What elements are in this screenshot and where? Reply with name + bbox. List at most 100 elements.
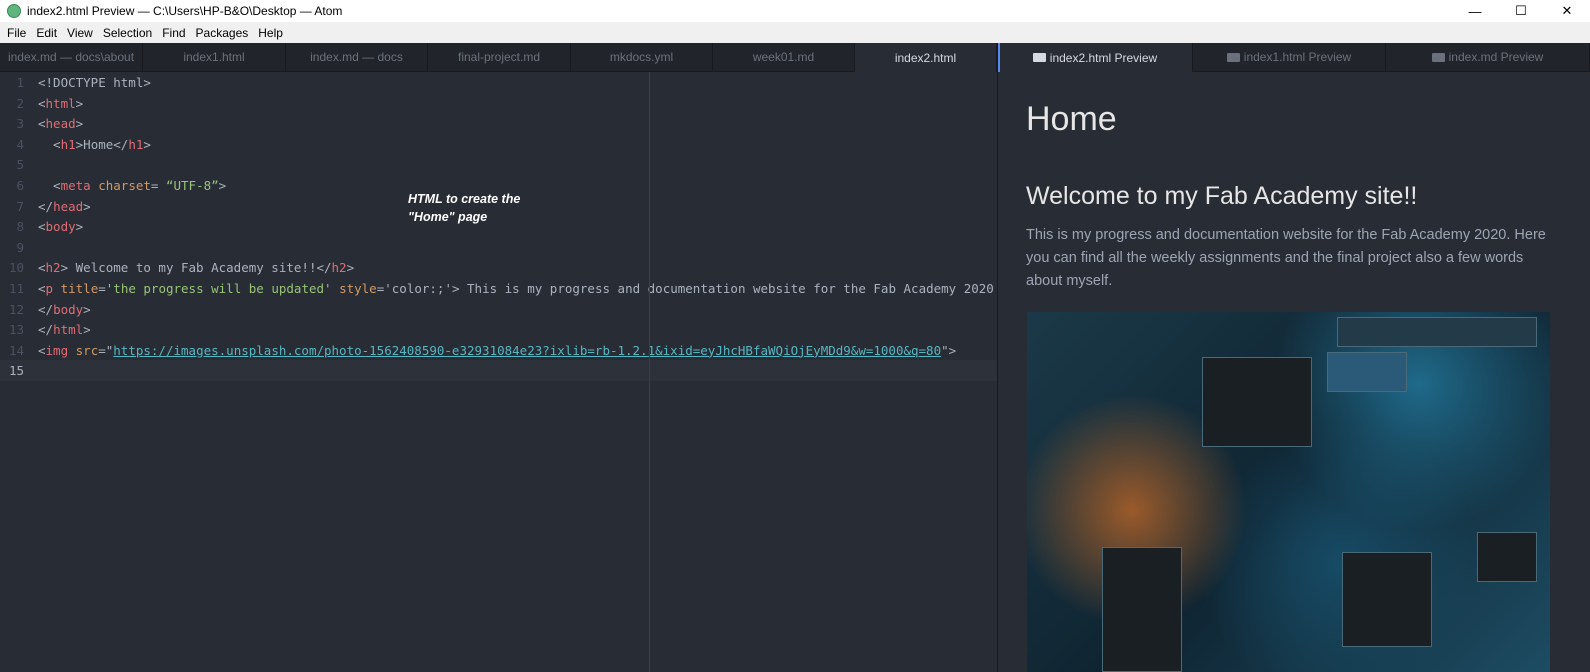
code-token: head <box>53 198 84 214</box>
close-button[interactable]: ✕ <box>1544 0 1590 22</box>
code-token: img <box>45 342 69 358</box>
code-token: < <box>38 136 61 152</box>
code-line[interactable]: 1 <!DOCTYPE html> <box>0 72 997 93</box>
line-number: 6 <box>16 178 24 193</box>
tab-index2-preview[interactable]: index2.html Preview <box>998 43 1193 72</box>
code-token: ='color:;'> This is my progress and docu… <box>376 281 994 296</box>
code-line[interactable]: 9 <box>0 237 997 258</box>
preview-heading-home: Home <box>1026 100 1117 138</box>
code-text: <html> <box>38 96 83 111</box>
code-token: > <box>75 219 84 235</box>
code-token: < <box>38 116 46 132</box>
tab-index2-html[interactable]: index2.html <box>855 43 997 72</box>
tab-index-md-about[interactable]: index.md — docs\about <box>0 43 143 72</box>
code-token[interactable]: https://images.unsplash.com/photo-156240… <box>113 343 941 358</box>
menu-packages[interactable]: Packages <box>191 26 254 40</box>
code-token: html <box>45 95 76 111</box>
menu-help[interactable]: Help <box>253 26 288 40</box>
tab-index-md-preview[interactable]: index.md Preview <box>1386 43 1590 72</box>
code-line[interactable]: 15 <box>0 360 997 382</box>
code-text: </html> <box>38 322 91 337</box>
code-token: body <box>45 219 76 235</box>
code-line[interactable]: 2 <html> <box>0 93 997 114</box>
annotation-line: HTML to create the <box>408 192 521 206</box>
preview-paragraph: This is my progress and documentation we… <box>1026 227 1546 289</box>
tab-index-md-docs[interactable]: index.md — docs <box>286 43 428 72</box>
code-token: style <box>339 281 377 296</box>
code-text: <h1>Home</h1> <box>38 137 151 152</box>
code-line[interactable]: 14 <img src="https://images.unsplash.com/… <box>0 340 997 361</box>
menu-edit[interactable]: Edit <box>31 26 62 40</box>
code-token: > Welcome to my Fab Academy site!!</ <box>60 260 332 276</box>
code-line[interactable]: 5 <box>0 154 997 175</box>
code-token: < <box>38 260 46 276</box>
code-token: < <box>38 95 46 111</box>
code-token: <!DOCTYPE html> <box>38 75 151 90</box>
code-token: > <box>346 260 355 276</box>
tab-final-project-md[interactable]: final-project.md <box>428 43 571 72</box>
line-number: 8 <box>16 219 24 235</box>
line-number: 10 <box>8 260 24 276</box>
code-token: h1 <box>128 136 144 152</box>
line-number: 4 <box>16 136 24 152</box>
maximize-button[interactable]: ☐ <box>1498 0 1544 22</box>
tab-index1-preview[interactable]: index1.html Preview <box>1193 43 1386 72</box>
line-number: 9 <box>16 239 24 255</box>
code-line[interactable]: 4 <h1>Home</h1> <box>0 134 997 155</box>
code-token: charset <box>98 178 151 193</box>
line-number: 13 <box>8 322 24 338</box>
line-number: 15 <box>8 363 24 379</box>
line-number: 5 <box>16 157 24 173</box>
annotation-note: HTML to create the "Home" page <box>408 190 520 226</box>
code-text: <!DOCTYPE html> <box>38 75 151 90</box>
tab-mkdocs-yml[interactable]: mkdocs.yml <box>571 43 713 72</box>
code-token: h2 <box>331 260 347 276</box>
code-token: > <box>218 178 227 193</box>
code-token: > <box>75 116 84 132</box>
code-token: p <box>45 281 54 296</box>
menu-view[interactable]: View <box>62 26 98 40</box>
tab-week01-md[interactable]: week01.md <box>713 43 855 72</box>
code-text: <meta charset= “UTF-8”> <box>38 178 226 193</box>
code-token: = <box>150 178 166 193</box>
code-line[interactable]: 10 < h2> Welcome to my Fab Academy site!!<… <box>0 257 997 278</box>
code-token: > <box>83 301 91 317</box>
code-token: "> <box>941 342 957 358</box>
menu-find[interactable]: Find <box>157 26 190 40</box>
minimize-button[interactable]: — <box>1452 0 1498 22</box>
menu-selection[interactable]: Selection <box>98 26 157 40</box>
code-token: =" <box>98 342 114 358</box>
code-token: > <box>75 95 84 111</box>
title-bar: index2.html Preview — C:\Users\HP-B&O\De… <box>0 0 1590 22</box>
code-text: <h2> Welcome to my Fab Academy site!!</h… <box>38 260 354 275</box>
line-number: 7 <box>16 198 24 214</box>
code-token: > <box>143 136 151 152</box>
preview-heading-welcome: Welcome to my Fab Academy site!! <box>1026 182 1418 210</box>
code-token: body <box>53 301 84 317</box>
code-token: < <box>38 342 46 358</box>
code-token: </ <box>38 301 54 317</box>
code-line[interactable]: 3 <head> <box>0 113 997 134</box>
tab-index1-html[interactable]: index1.html <box>143 43 286 72</box>
menu-bar: File Edit View Selection Find Packages H… <box>0 22 1590 43</box>
code-text: <img src="https://images.unsplash.com/ph… <box>38 343 956 358</box>
line-number: 12 <box>8 301 24 317</box>
code-token: >Home</ <box>75 136 129 152</box>
code-editor[interactable]: 15 14 <img src="https://images.unsplash.co… <box>0 72 997 672</box>
code-token: =' <box>98 281 114 296</box>
code-text: </body> <box>38 302 91 317</box>
code-line[interactable]: 12 </body> <box>0 299 997 320</box>
circuit-board-image <box>1027 312 1550 672</box>
code-line[interactable]: 13 </html> <box>0 319 997 340</box>
markdown-icon <box>1431 52 1445 62</box>
code-token: </ <box>38 322 54 338</box>
code-text: <p title='the progress will be updated' … <box>38 281 994 296</box>
code-token: > <box>83 198 91 214</box>
line-number: 14 <box>8 342 24 358</box>
menu-file[interactable]: File <box>2 26 31 40</box>
code-token: the progress will be updated <box>113 281 325 296</box>
code-line[interactable]: 11 <p title='the progress will be updated… <box>0 278 997 299</box>
html-preview-pane: Home Welcome to my Fab Academy site!! Th… <box>998 72 1590 672</box>
preview-tab-bar: index2.html Preview index1.html Preview … <box>998 43 1590 72</box>
